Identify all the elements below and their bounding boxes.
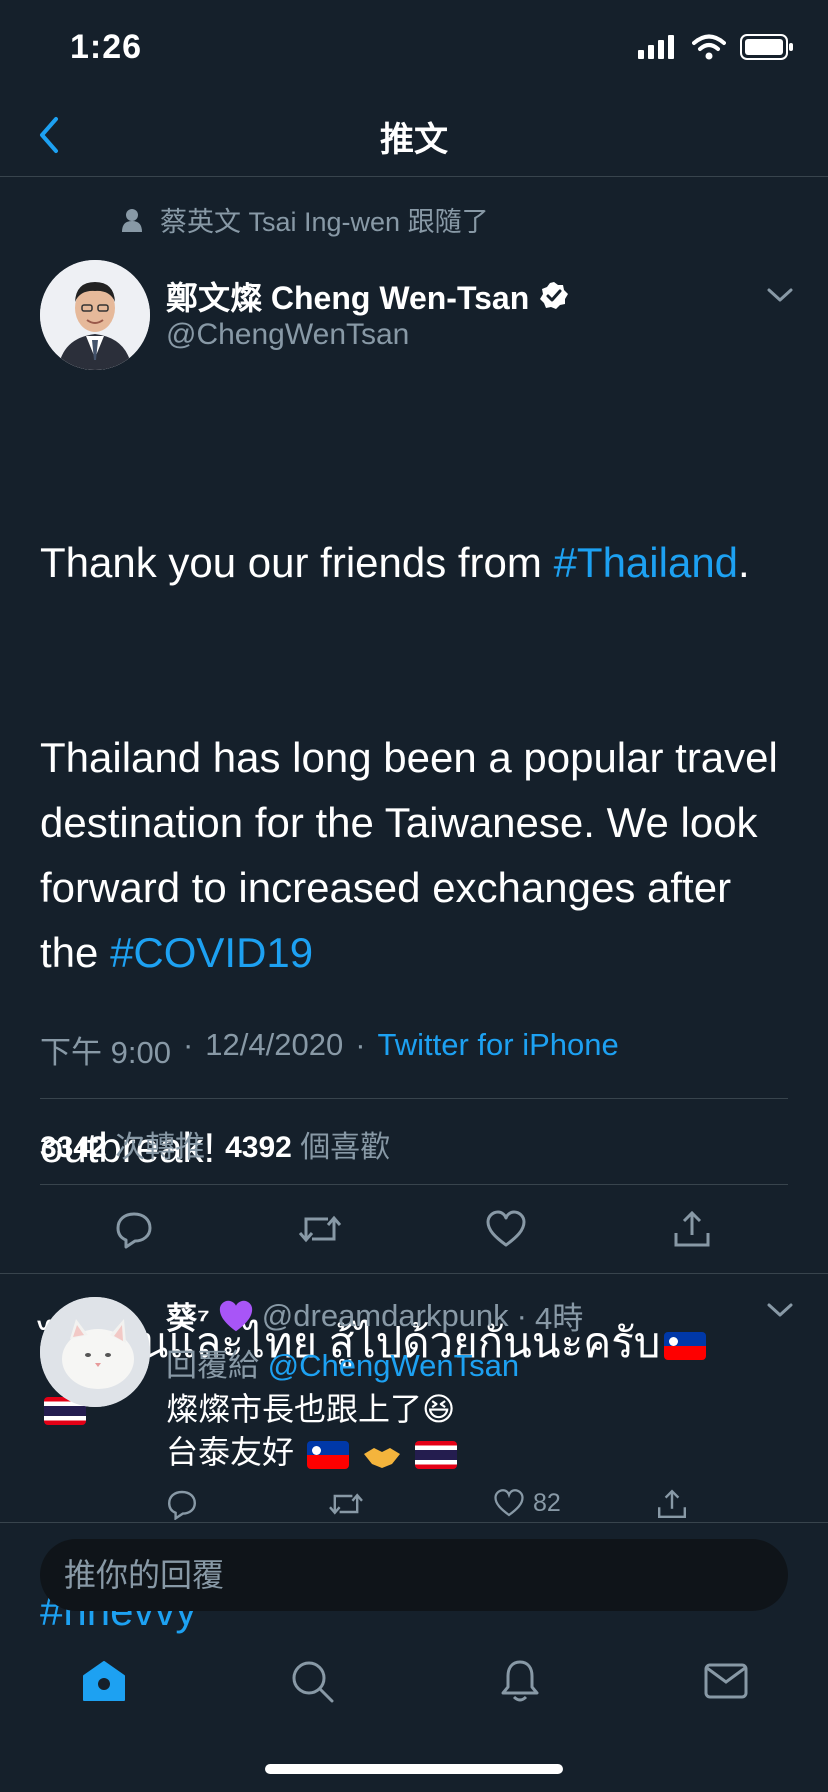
likes-count: 4392 <box>225 1131 292 1164</box>
status-bar: 1:26 <box>0 0 828 100</box>
reply-menu-button[interactable] <box>765 1295 795 1325</box>
reply-time: 4時 <box>535 1301 584 1336</box>
tweet-menu-button[interactable] <box>765 280 795 310</box>
tab-home[interactable] <box>78 1655 130 1707</box>
home-icon <box>83 1661 125 1701</box>
status-time: 1:26 <box>70 28 143 66</box>
reply-retweet-button[interactable] <box>328 1488 364 1520</box>
home-indicator <box>265 1764 563 1774</box>
reply-text-line-2: 台泰友好 <box>166 1431 461 1474</box>
follow-context-text: 蔡英文 Tsai Ing-wen 跟隨了 <box>160 207 489 237</box>
tweet-action-bar <box>0 1185 828 1274</box>
tab-messages[interactable] <box>700 1655 752 1707</box>
author-name-row[interactable]: 鄭文燦 Cheng Wen-Tsan <box>166 273 569 319</box>
tweet-source-link[interactable]: Twitter for iPhone <box>378 1027 619 1072</box>
share-icon <box>674 1210 710 1247</box>
retweets-stat[interactable]: 3342 次轉推 <box>40 1122 205 1166</box>
thailand-flag-icon <box>414 1440 457 1469</box>
reply-icon <box>167 1490 197 1520</box>
reply-share-button[interactable] <box>656 1488 688 1520</box>
tweet-text-segment: . <box>738 539 750 586</box>
reply-composer: 推你的回覆 <box>0 1522 828 1633</box>
nav-bar: 推文 <box>0 100 828 177</box>
author-name: 鄭文燦 Cheng Wen-Tsan <box>166 280 530 316</box>
reply-text-line-1: 燦燦市長也跟上了😆 <box>166 1391 456 1427</box>
reply-avatar-image <box>40 1297 150 1407</box>
follow-context[interactable]: 蔡英文 Tsai Ing-wen 跟隨了 <box>122 200 489 239</box>
like-icon <box>494 1489 524 1517</box>
meta-separator: · <box>182 1027 194 1062</box>
battery-icon <box>740 34 793 60</box>
retweets-label: 次轉推 <box>115 1131 206 1164</box>
reply-input[interactable]: 推你的回覆 <box>40 1539 788 1611</box>
taiwan-flag-icon <box>306 1440 349 1469</box>
person-icon <box>122 208 142 232</box>
retweet-icon <box>298 1215 342 1243</box>
reply-avatar[interactable] <box>40 1297 150 1407</box>
reply-action-bar: 82 <box>166 1488 726 1522</box>
reply-icon <box>116 1212 152 1249</box>
verified-icon <box>540 282 569 309</box>
tab-search[interactable] <box>286 1655 338 1707</box>
tweet-text-segment: Thank you our friends from <box>40 539 554 586</box>
tweet-time: 下午 9:00 <box>40 1035 171 1070</box>
retweets-count: 3342 <box>40 1131 107 1164</box>
divider <box>40 1098 788 1099</box>
wifi-icon <box>692 34 726 60</box>
share-button[interactable] <box>670 1207 714 1251</box>
chevron-down-icon <box>767 1303 793 1317</box>
page-title: 推文 <box>380 121 448 159</box>
reply-text-segment: 台泰友好 <box>166 1434 295 1470</box>
handshake-icon <box>362 1440 402 1470</box>
like-button[interactable] <box>484 1207 528 1251</box>
tweet-meta: 下午 9:00 · 12/4/2020 · Twitter for iPhone <box>40 1027 619 1072</box>
author-avatar[interactable] <box>40 260 150 370</box>
reply-header[interactable]: 葵⁷ @dreamdarkpunk · 4時 <box>166 1293 583 1338</box>
likes-label: 個喜歡 <box>300 1131 391 1164</box>
tab-notifications[interactable] <box>494 1655 546 1707</box>
purple-heart-icon <box>219 1300 252 1331</box>
reply-handle: @dreamdarkpunk <box>261 1297 509 1333</box>
retweet-button[interactable] <box>298 1207 342 1251</box>
reply-text: 燦燦市長也跟上了😆 台泰友好 <box>166 1388 461 1474</box>
chevron-down-icon <box>767 288 793 302</box>
reply-to-line: 回覆給 @ChengWenTsan <box>166 1340 519 1385</box>
author-avatar-image <box>40 260 150 370</box>
reply-reply-button[interactable] <box>166 1488 198 1520</box>
notifications-icon <box>501 1660 539 1702</box>
messages-icon <box>704 1663 748 1699</box>
author-handle: @ChengWenTsan <box>166 318 410 351</box>
reply-button[interactable] <box>112 1207 156 1251</box>
taiwan-flag-icon <box>664 1331 707 1360</box>
reply-prefix: 回覆給 <box>166 1348 259 1383</box>
reply-to-link[interactable]: @ChengWenTsan <box>268 1348 519 1383</box>
signal-icon <box>638 35 674 59</box>
meta-separator: · <box>355 1027 366 1062</box>
tweet-paragraph-2: Thailand has long been a popular travel … <box>40 725 800 985</box>
reply-like-button[interactable]: 82 <box>493 1488 561 1518</box>
status-icons <box>638 34 794 60</box>
retweet-icon <box>329 1493 363 1515</box>
tweet-stats: 3342 次轉推 4392 個喜歡 <box>40 1122 390 1166</box>
tweet-date: 12/4/2020 <box>205 1027 344 1062</box>
like-icon <box>486 1210 526 1247</box>
share-icon <box>658 1489 686 1518</box>
tweet-line-1: Thank you our friends from #Thailand. <box>40 530 800 595</box>
hashtag-covid-link[interactable]: #COVID19 <box>110 929 313 976</box>
reply-like-count: 82 <box>533 1488 561 1517</box>
search-icon <box>292 1661 334 1703</box>
hashtag-thailand-link[interactable]: #Thailand <box>554 539 738 586</box>
reply-author-name: 葵⁷ <box>166 1301 210 1336</box>
meta-separator: · <box>516 1297 527 1333</box>
likes-stat[interactable]: 4392 個喜歡 <box>225 1122 390 1166</box>
